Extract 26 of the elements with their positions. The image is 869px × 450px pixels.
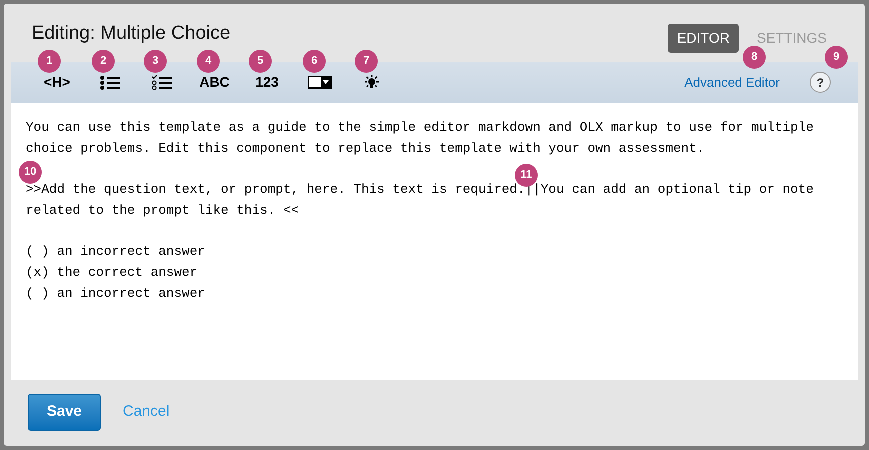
number-badge: 9 [825, 46, 848, 69]
number-badge: 7 [355, 50, 378, 73]
number-badge: 1 [38, 50, 61, 73]
save-button[interactable]: Save [28, 394, 101, 430]
bullet-list-icon[interactable] [100, 76, 120, 90]
editor-paragraph: You can use this template as a guide to the simple editor markdown and OLX markup to use for multiple choice problems. Edit this component to replace this template with your own assessment. [26, 119, 815, 158]
number-badge: 6 [303, 50, 326, 73]
answer-line: (x) the correct answer [26, 264, 199, 282]
number-badge: 5 [249, 50, 272, 73]
answer-line: ( ) an incorrect answer [26, 285, 206, 303]
toolbar-button[interactable]: ABC [200, 72, 230, 93]
toolbar-button[interactable]: 123 [256, 72, 279, 93]
number-badge: 2 [92, 50, 115, 73]
checklist-icon[interactable] [152, 75, 172, 90]
dropdown-icon[interactable] [308, 76, 332, 89]
toolbar-button[interactable]: <H> [44, 72, 70, 93]
tab[interactable]: EDITOR [668, 24, 739, 53]
editor-area[interactable] [11, 103, 858, 380]
answer-line: ( ) an incorrect answer [26, 243, 206, 261]
window-title: Editing: Multiple Choice [32, 24, 231, 43]
number-badge: 4 [197, 50, 220, 73]
lightbulb-icon[interactable] [363, 74, 382, 92]
advanced-editor-link[interactable]: Advanced Editor [684, 72, 780, 92]
number-badge: 8 [743, 46, 766, 69]
help-button[interactable]: ? [810, 72, 831, 93]
number-badge: 3 [144, 50, 167, 73]
